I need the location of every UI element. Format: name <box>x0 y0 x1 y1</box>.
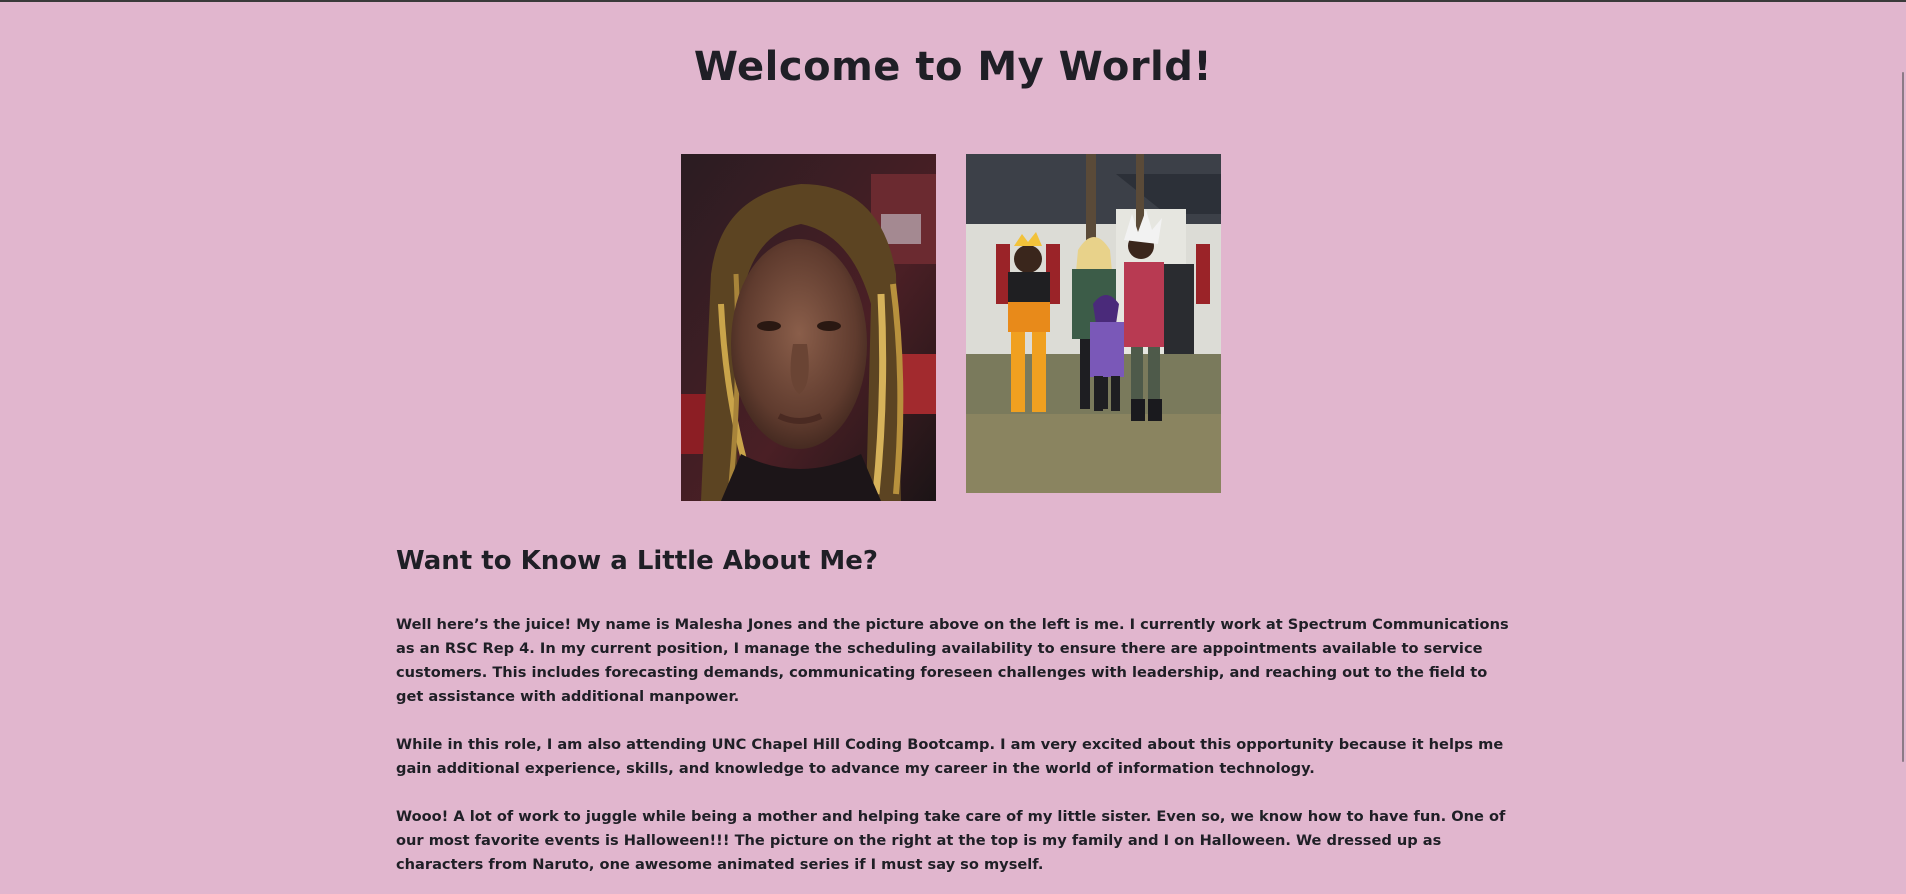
selfie-photo <box>681 154 936 501</box>
about-paragraph-family: Wooo! A lot of work to juggle while bein… <box>396 808 1506 873</box>
about-heading: Want to Know a Little About Me? <box>396 546 878 576</box>
page-scrollbar[interactable] <box>1899 2 1906 894</box>
scrollbar-thumb[interactable] <box>1902 72 1904 762</box>
about-paragraph-work: Well here’s the juice! My name is Malesh… <box>396 616 1509 705</box>
family-halloween-photo <box>966 154 1221 493</box>
about-paragraph-bootcamp: While in this role, I am also attending … <box>396 736 1504 777</box>
window-top-border <box>0 0 1906 2</box>
page-title: Welcome to My World! <box>693 44 1213 90</box>
